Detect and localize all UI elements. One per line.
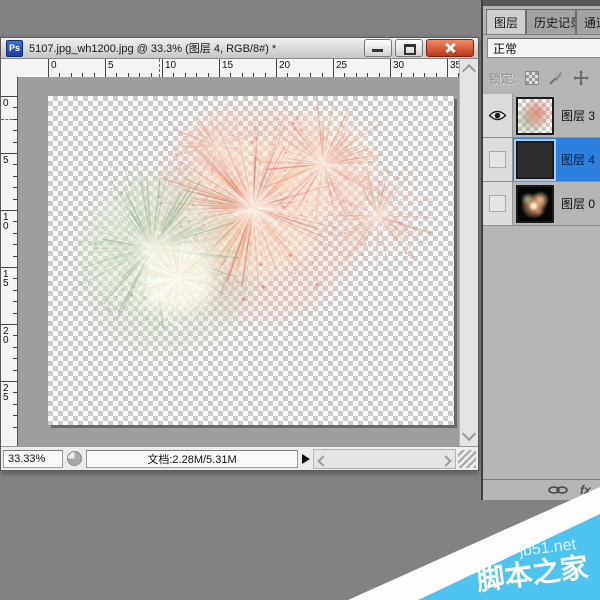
horizontal-scrollbar[interactable] [313,449,456,469]
minimize-icon [372,49,383,52]
layer-name[interactable]: 图层 3 [561,107,595,124]
ruler-number: 20 [279,61,290,71]
maximize-button[interactable] [395,39,423,57]
ruler-number: 5 [108,61,114,71]
layers-panel: 图层 历史记录 通道 正常 锁定: [481,0,600,500]
status-menu-arrow-icon[interactable] [302,454,310,464]
photoshop-app-icon: Ps [6,40,23,57]
watermark-blue-triangle [418,514,600,600]
lock-position-button[interactable] [573,70,589,86]
window-title: 5107.jpg_wh1200.jpg @ 33.3% (图层 4, RGB/8… [29,40,361,56]
layer-thumbnail[interactable] [516,185,554,223]
layer-style-fx-button[interactable]: fx. [580,483,594,497]
scroll-right-icon[interactable] [440,455,451,466]
fireworks-artwork [48,96,454,425]
lock-pixels-button[interactable] [548,70,564,86]
visibility-toggle[interactable] [483,182,513,225]
minimize-button[interactable] [364,39,392,57]
layer-name[interactable]: 图层 4 [561,151,595,168]
close-icon [444,42,456,54]
layer-row-bottom[interactable]: 图层 0 [483,182,600,226]
move-icon [573,70,589,86]
ruler-number: 15 [222,61,233,71]
lock-label: 锁定: [489,70,516,87]
layer-name[interactable]: 图层 0 [561,195,595,212]
tab-history[interactable]: 历史记录 [526,9,576,34]
visibility-toggle[interactable] [483,94,513,137]
title-bar[interactable]: Ps 5107.jpg_wh1200.jpg @ 33.3% (图层 4, RG… [1,38,478,59]
link-layers-icon[interactable] [548,484,568,496]
lock-transparency-button[interactable] [525,71,539,85]
lock-transparency-icon [525,71,539,85]
ruler-number: 30 [393,61,404,71]
cursor-position-marker [159,59,160,77]
watermark-site-text: jb51.net [517,536,577,560]
watermark-name-text: 脚本之家 [475,551,590,596]
ruler-number: 10 [165,61,176,71]
ruler-number: 0 [51,61,57,71]
ruler-number: 10 [3,213,10,231]
left-ruler[interactable]: 0 5 10 15 20 25 [1,77,18,446]
ruler-number: 20 [3,327,10,345]
scroll-down-icon[interactable] [462,427,476,441]
tab-channels[interactable]: 通道 [576,9,600,34]
zoom-level-field[interactable]: 33.33% [3,450,63,468]
pasteboard[interactable] [18,77,460,446]
tab-layers[interactable]: 图层 [486,9,526,34]
ruler-number: 0 [3,99,10,108]
ruler-number: 5 [3,156,10,165]
photoshop-document-window: Ps 5107.jpg_wh1200.jpg @ 33.3% (图层 4, RG… [0,37,479,471]
layer-list: 图层 3 图层 4 图层 0 [483,94,600,480]
watermark-white-band [348,487,600,600]
document-info: 文档:2.28M/5.31M [86,450,298,468]
ruler-number: 25 [3,384,10,402]
scroll-up-icon[interactable] [462,64,476,78]
resize-grip[interactable] [458,450,476,468]
visibility-toggle[interactable] [483,138,513,181]
ruler-number: 15 [3,270,10,288]
blend-mode-select[interactable]: 正常 [487,38,600,58]
maximize-icon [404,44,416,55]
layer-row-selected[interactable]: 图层 4 [483,138,600,182]
blend-mode-row: 正常 [483,34,600,62]
layer-thumbnail[interactable] [516,141,554,179]
top-ruler[interactable]: 05101520253035 [1,59,460,78]
vertical-scrollbar[interactable] [459,59,478,446]
eye-off-icon [489,151,506,168]
ruler-number: 25 [336,61,347,71]
desktop: { "window": { "title": "5107.jpg_wh1200.… [0,0,600,600]
lock-row: 锁定: [483,62,600,94]
layer-row-top[interactable]: 图层 3 [483,94,600,138]
close-button[interactable] [426,39,474,57]
eye-off-icon [489,195,506,212]
layer-thumbnail[interactable] [516,97,554,135]
canvas-document[interactable] [48,96,454,425]
scroll-left-icon[interactable] [317,455,328,466]
eye-icon [488,109,507,122]
panel-footer: fx. [483,479,600,500]
status-bar: 33.33% 文档:2.28M/5.31M [1,446,478,470]
panel-tab-row: 图层 历史记录 通道 [483,6,600,35]
brush-icon [548,70,564,86]
version-cue-icon[interactable] [67,451,82,466]
